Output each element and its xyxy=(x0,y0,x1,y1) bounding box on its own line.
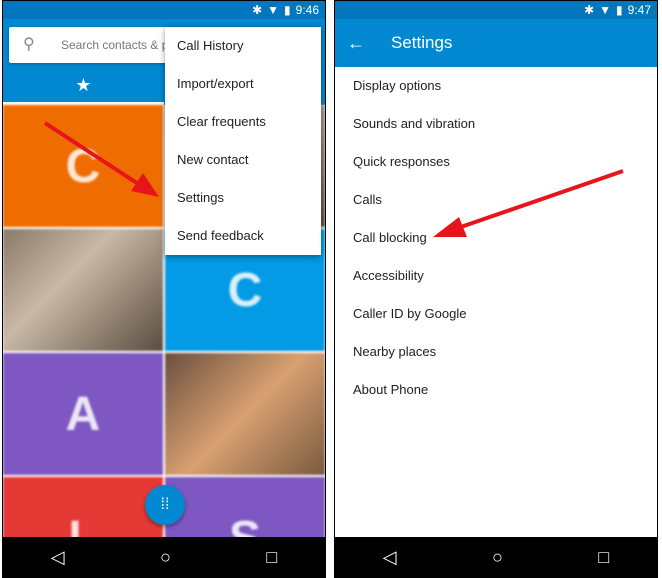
menu-item-new-contact[interactable]: New contact xyxy=(165,141,321,179)
wifi-icon: ▼ xyxy=(267,3,280,17)
back-arrow-icon[interactable]: ← xyxy=(347,19,365,67)
contact-tile[interactable]: C xyxy=(3,105,163,227)
status-time: 9:47 xyxy=(627,3,651,17)
contact-tile[interactable] xyxy=(165,353,325,475)
menu-item-call-history[interactable]: Call History xyxy=(165,27,321,65)
settings-list: Display options Sounds and vibration Qui… xyxy=(335,67,657,409)
tile-letter: A xyxy=(65,387,101,441)
settings-about-phone[interactable]: About Phone xyxy=(335,371,657,409)
battery-icon: ▮ xyxy=(616,3,623,17)
overflow-menu: Call History Import/export Clear frequen… xyxy=(165,27,321,255)
settings-quick-responses[interactable]: Quick responses xyxy=(335,143,657,181)
tab-favorites[interactable]: ★ xyxy=(3,67,164,105)
search-icon: ⚲ xyxy=(23,36,35,53)
home-icon[interactable]: ○ xyxy=(492,547,503,568)
back-icon[interactable]: ◁ xyxy=(383,547,397,568)
home-icon[interactable]: ○ xyxy=(160,547,171,568)
settings-accessibility[interactable]: Accessibility xyxy=(335,257,657,295)
dialpad-icon: ⁞⁞ xyxy=(160,496,170,513)
navigation-bar: ◁ ○ □ xyxy=(335,537,657,577)
menu-item-clear-frequents[interactable]: Clear frequents xyxy=(165,103,321,141)
dialpad-button[interactable]: ⁞⁞ xyxy=(145,485,185,525)
status-time: 9:46 xyxy=(295,3,319,17)
page-title: Settings xyxy=(391,33,453,52)
menu-item-import-export[interactable]: Import/export xyxy=(165,65,321,103)
settings-call-blocking[interactable]: Call blocking xyxy=(335,219,657,257)
recents-icon[interactable]: □ xyxy=(266,547,277,568)
settings-caller-id[interactable]: Caller ID by Google xyxy=(335,295,657,333)
phone-contacts-screen: ✱▼▮9:46 ⚲Search contacts & places ★ ◷ C … xyxy=(2,0,326,578)
recents-icon[interactable]: □ xyxy=(598,547,609,568)
settings-sounds-vibration[interactable]: Sounds and vibration xyxy=(335,105,657,143)
phone-settings-screen: ✱ ▼ ▮ 9:47 ← Settings Display options Sound… xyxy=(334,0,658,578)
settings-nearby-places[interactable]: Nearby places xyxy=(335,333,657,371)
star-icon: ★ xyxy=(75,75,92,95)
battery-icon: ▮ xyxy=(284,3,291,17)
tile-letter: C xyxy=(227,263,263,317)
menu-item-send-feedback[interactable]: Send feedback xyxy=(165,217,321,255)
bluetooth-icon: ✱ xyxy=(252,3,263,17)
menu-item-settings[interactable]: Settings xyxy=(165,179,321,217)
back-icon[interactable]: ◁ xyxy=(51,547,65,568)
contact-tile[interactable]: A xyxy=(3,353,163,475)
status-bar: ✱ ▼ ▮ 9:47 xyxy=(335,1,657,19)
bluetooth-icon: ✱ xyxy=(584,3,595,17)
settings-calls[interactable]: Calls xyxy=(335,181,657,219)
tile-letter: C xyxy=(65,139,101,193)
settings-display-options[interactable]: Display options xyxy=(335,67,657,105)
navigation-bar: ◁ ○ □ xyxy=(3,537,325,577)
app-bar: ← Settings xyxy=(335,19,657,67)
wifi-icon: ▼ xyxy=(599,3,612,17)
status-bar: ✱ ▼ ▮ 9:46 xyxy=(3,1,325,19)
contact-tile[interactable] xyxy=(3,229,163,351)
